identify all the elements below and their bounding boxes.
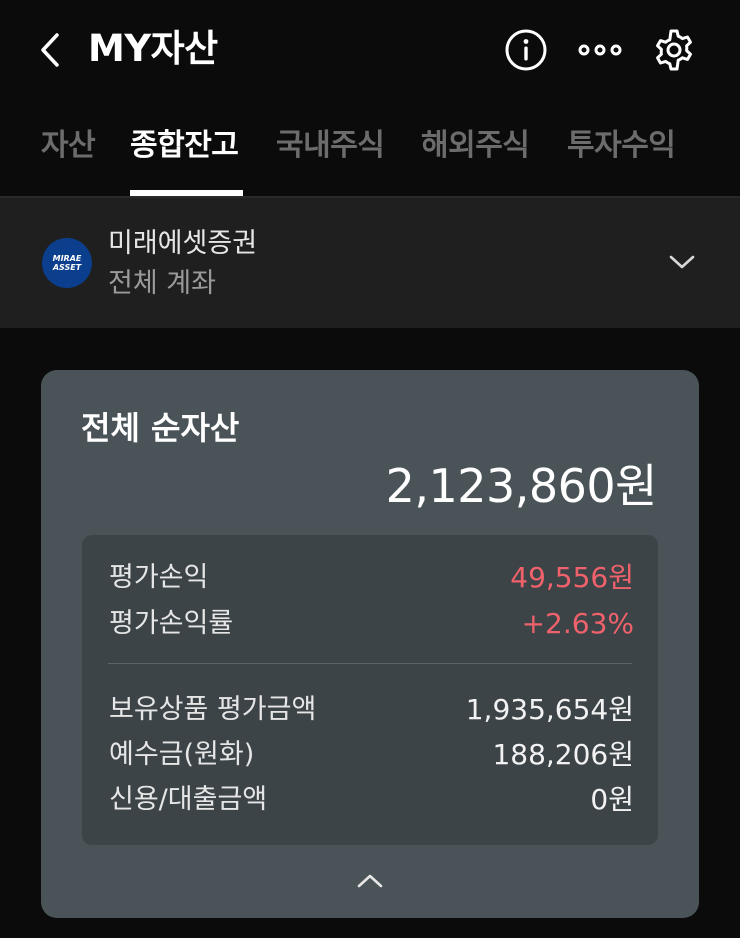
tab-assets[interactable]: 자산 (41, 124, 96, 168)
app-screen: MY자산 자산 종합잔고 국내주식 해외주식 투자수익 MIRAE ASSET … (0, 0, 740, 938)
profit-loss-label: 평가손익 (109, 562, 209, 593)
info-button[interactable] (502, 26, 550, 74)
active-tab-indicator (130, 190, 243, 196)
page-title: MY자산 (88, 27, 218, 70)
deposit-krw-label: 예수금(원화) (109, 739, 255, 770)
credit-loan-label: 신용/대출금액 (109, 784, 268, 815)
account-selector[interactable]: MIRAE ASSET 미래에셋증권 전체 계좌 (0, 198, 740, 328)
profit-rate-label: 평가손익률 (109, 608, 234, 639)
tab-domestic-stocks[interactable]: 국내주식 (276, 124, 385, 168)
back-button[interactable] (30, 28, 70, 72)
chevron-left-icon (41, 33, 59, 67)
holdings-value: 1,935,654원 (465, 693, 634, 726)
net-assets-total: 2,123,860원 (385, 459, 658, 513)
broker-name: 미래에셋증권 (108, 228, 258, 259)
account-name: 전체 계좌 (108, 268, 216, 299)
net-assets-title: 전체 순자산 (81, 409, 240, 447)
more-button[interactable] (576, 26, 624, 74)
top-bar: MY자산 (0, 0, 740, 100)
divider (108, 663, 632, 664)
tab-bar: 자산 종합잔고 국내주식 해외주식 투자수익 (0, 110, 740, 198)
profit-rate-value: +2.63% (521, 607, 634, 640)
info-icon (505, 29, 547, 71)
credit-loan-value: 0원 (590, 783, 634, 816)
profit-loss-value: 49,556원 (510, 561, 634, 594)
chevron-down-icon (669, 255, 695, 269)
asset-detail-box: 평가손익 49,556원 평가손익률 +2.63% 보유상품 평가금액 1,93… (82, 535, 658, 845)
logo-text-line1: MIRAE (52, 254, 82, 263)
deposit-krw-value: 188,206원 (492, 738, 634, 771)
gear-icon (656, 29, 692, 71)
logo-text-line2: ASSET (52, 263, 82, 272)
net-assets-card: 전체 순자산 2,123,860원 평가손익 49,556원 평가손익률 +2.… (41, 370, 699, 918)
more-icon (578, 44, 622, 56)
mirae-asset-logo: MIRAE ASSET (42, 238, 92, 288)
account-dropdown-toggle[interactable] (666, 246, 698, 278)
holdings-value-label: 보유상품 평가금액 (109, 694, 317, 725)
chevron-up-icon (357, 874, 383, 888)
tab-total-balance[interactable]: 종합잔고 (130, 124, 239, 168)
tab-overseas-stocks[interactable]: 해외주식 (421, 124, 530, 168)
collapse-button[interactable] (353, 866, 387, 896)
settings-button[interactable] (650, 26, 698, 74)
tab-investment-returns[interactable]: 투자수익 (567, 124, 676, 168)
